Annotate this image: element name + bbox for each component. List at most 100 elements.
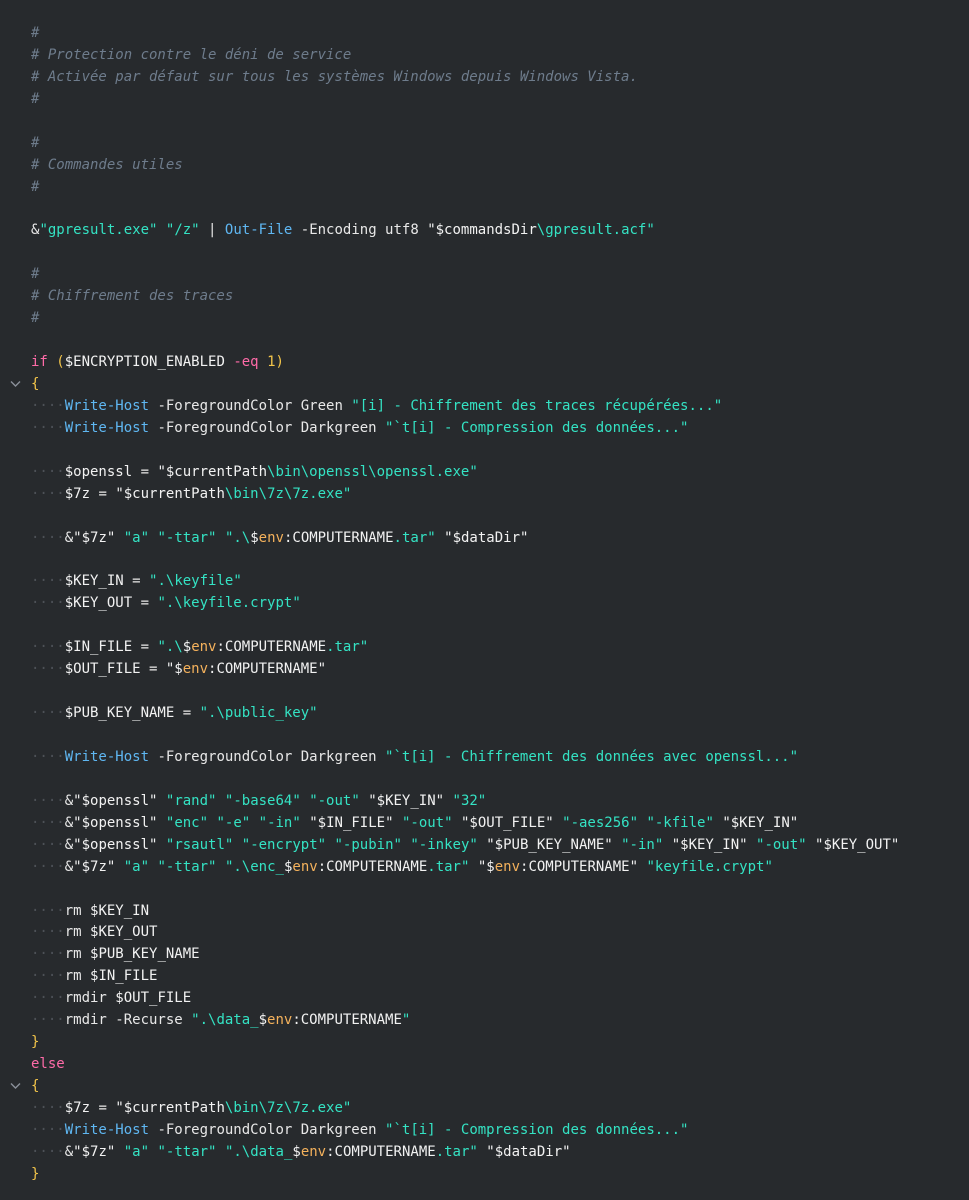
code-line[interactable]: ····&"$openssl" "rand" "-base64" "-out" … [0,791,969,813]
indent-guide: ···· [31,814,65,831]
code-line[interactable] [0,440,969,462]
code-line[interactable]: ····&"$7z" "a" "-ttar" ".\$env:COMPUTERN… [0,528,969,550]
code-line[interactable]: ····&"$openssl" "enc" "-e" "-in" "$IN_FI… [0,813,969,835]
code-line[interactable]: ····rm $IN_FILE [0,966,969,988]
code-line[interactable] [0,111,969,133]
code-token: env [292,858,318,875]
code-line[interactable] [0,681,969,703]
code-token: # [31,134,40,151]
code-line[interactable]: } [0,1164,969,1186]
code-token: env [494,858,521,875]
code-token: "-in" [258,814,301,831]
code-line[interactable]: ····$KEY_OUT = ".\keyfile.crypt" [0,593,969,615]
code-line[interactable]: ····Write-Host -ForegroundColor Darkgree… [0,747,969,769]
code-line[interactable]: ····$PUB_KEY_NAME = ".\public_key" [0,703,969,725]
code-line[interactable]: # [0,89,969,111]
code-line[interactable]: # [0,264,969,286]
code-line[interactable]: ····$KEY_IN = ".\keyfile" [0,571,969,593]
code-line[interactable]: ····Write-Host -ForegroundColor Green "[… [0,396,969,418]
code-token: "$ [165,661,183,678]
code-line[interactable]: ····Write-Host -ForegroundColor Darkgree… [0,1120,969,1142]
code-line[interactable] [0,199,969,221]
code-token: $PUB_KEY_NAME [90,946,200,963]
code-line[interactable]: ····rm $PUB_KEY_NAME [0,944,969,966]
code-token: ".\keyfile.crypt" [157,595,301,612]
indent-guide: ···· [31,661,65,678]
indent-guide: ···· [31,463,65,480]
code-line[interactable]: { [0,1076,969,1098]
code-editor[interactable]: # # Protection contre le déni de service #… [0,23,969,1186]
code-line[interactable] [0,242,969,264]
code-line[interactable]: # [0,133,969,155]
code-line[interactable]: ····$IN_FILE = ".\$env:COMPUTERNAME.tar" [0,637,969,659]
code-line[interactable]: } [0,1032,969,1054]
code-token: "gpresult.exe" [39,222,158,239]
code-line[interactable]: ····$OUT_FILE = "$env:COMPUTERNAME" [0,659,969,681]
code-token: # [31,25,40,41]
code-token: = [90,1099,116,1116]
code-token: "-encrypt" [241,836,327,853]
indent-guide: ···· [31,1143,65,1160]
code-token: ".\keyfile" [149,573,242,590]
chevron-down-icon[interactable] [9,1076,23,1098]
code-line[interactable]: # [0,177,969,199]
code-line[interactable]: ····rm $KEY_IN [0,901,969,923]
code-token: { [31,1078,40,1094]
indent-guide: ···· [31,792,65,809]
code-line[interactable]: # Protection contre le déni de service [0,45,969,67]
code-line[interactable]: ····rm $KEY_OUT [0,922,969,944]
code-line[interactable] [0,769,969,791]
code-line[interactable] [0,330,969,352]
code-token: "-aes256" [562,814,638,831]
code-token: $7z [64,1099,91,1116]
code-token: & [64,529,74,546]
code-line[interactable] [0,506,969,528]
code-token: "$7z" [73,529,116,546]
code-line[interactable]: ····$7z = "$currentPath\bin\7z\7z.exe" [0,1098,969,1120]
code-token: # Chiffrement des traces [31,288,234,305]
code-line[interactable] [0,879,969,901]
code-line[interactable] [0,615,969,637]
code-token: -Encoding utf8 [292,222,428,239]
code-line[interactable]: &"gpresult.exe" "/z" | Out-File -Encodin… [0,220,969,242]
code-token: "-in" [621,836,664,853]
code-line[interactable]: # [0,23,969,45]
code-line[interactable]: # Commandes utiles [0,155,969,177]
code-token: "`t[i] - Chiffrement des données avec op… [385,748,799,765]
code-token: ".\data_ [191,1012,259,1029]
code-token: rm [64,946,91,963]
code-token: $KEY_IN [90,902,150,919]
code-line[interactable] [0,550,969,572]
code-line[interactable]: ····rmdir $OUT_FILE [0,988,969,1010]
code-line[interactable]: # Chiffrement des traces [0,286,969,308]
code-token: "$PUB_KEY_NAME" [486,836,613,853]
code-line[interactable]: ····$openssl = "$currentPath\bin\openssl… [0,462,969,484]
indent-guide: ···· [31,1121,65,1138]
code-token: "$openssl" [73,836,158,853]
code-token: if [31,354,48,371]
code-line[interactable] [0,725,969,747]
code-line[interactable]: ····rmdir -Recurse ".\data_$env:COMPUTER… [0,1010,969,1032]
code-line[interactable]: ····Write-Host -ForegroundColor Darkgree… [0,418,969,440]
code-token: = [123,573,150,590]
code-line[interactable]: # Activée par défaut sur tous les systèm… [0,67,969,89]
code-line[interactable]: ····&"$openssl" "rsautl" "-encrypt" "-pu… [0,835,969,857]
code-line[interactable]: else [0,1054,969,1076]
code-line[interactable]: ····&"$7z" "a" "-ttar" ".\enc_$env:COMPU… [0,857,969,879]
chevron-down-icon[interactable] [9,374,23,396]
code-line[interactable]: { [0,374,969,396]
code-line[interactable]: if ($ENCRYPTION_ENABLED -eq 1) [0,352,969,374]
code-line[interactable]: ····$7z = "$currentPath\bin\7z\7z.exe" [0,484,969,506]
code-token: & [64,836,74,853]
code-line[interactable]: ····&"$7z" "a" "-ttar" ".\data_$env:COMP… [0,1142,969,1164]
code-line[interactable]: # [0,308,969,330]
code-token: 1 [267,354,276,371]
code-token: = [132,595,158,612]
code-token: & [64,858,74,875]
code-token: } [31,1165,40,1182]
